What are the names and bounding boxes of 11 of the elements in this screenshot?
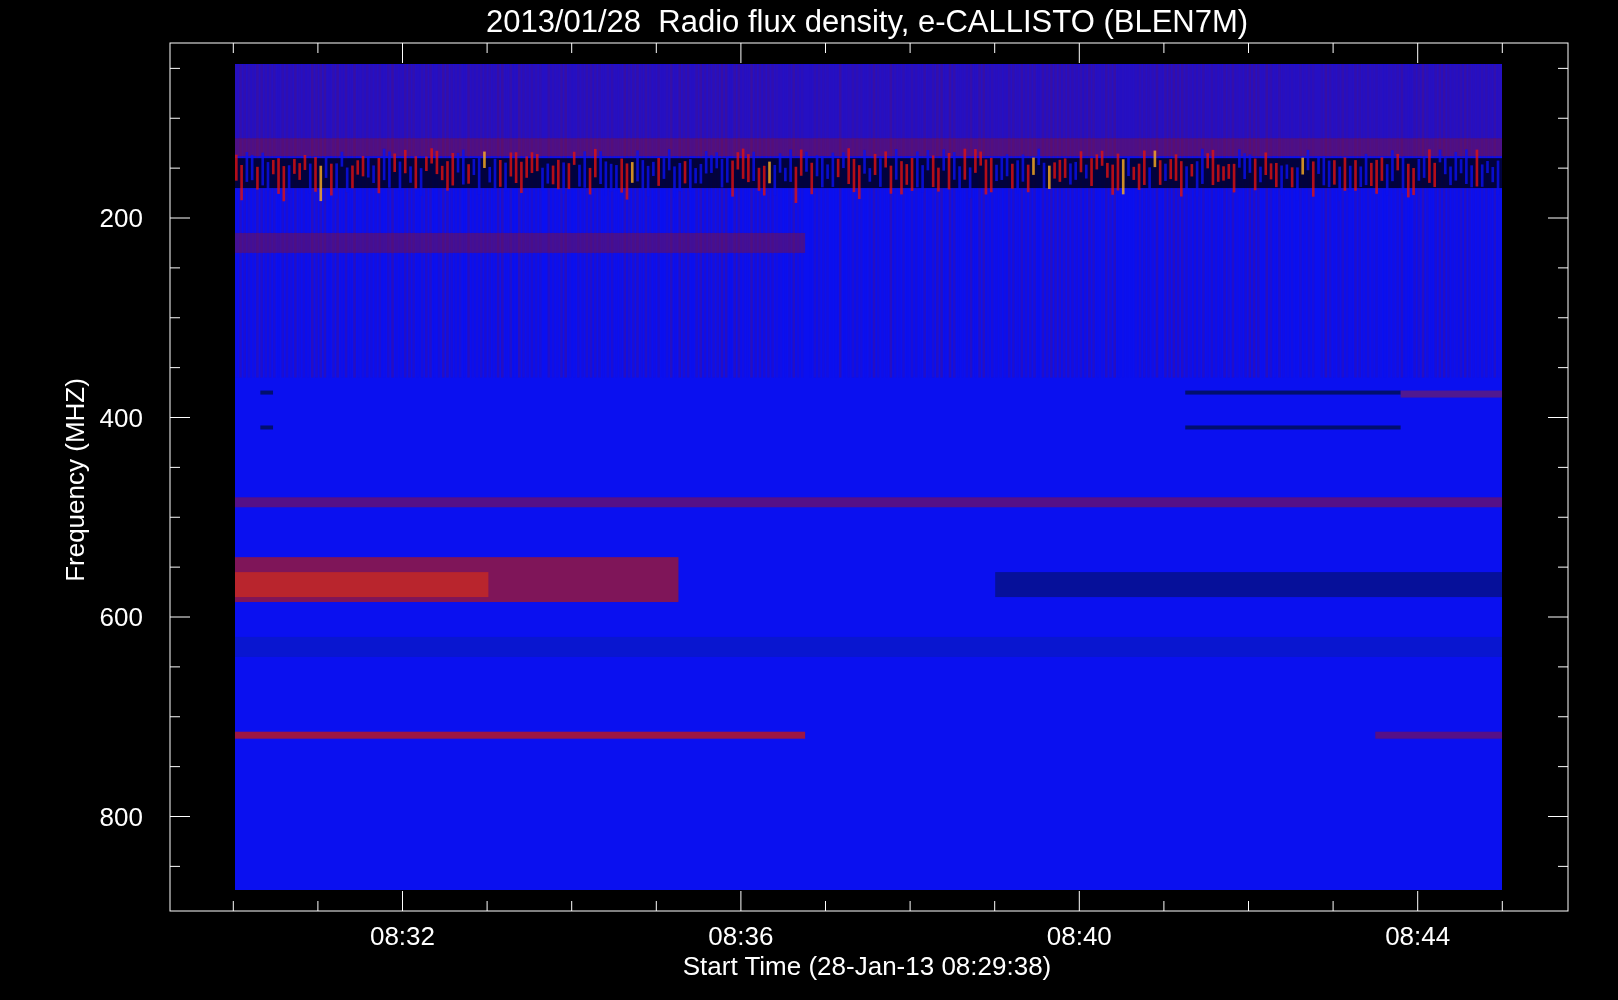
tick-label: 08:40 <box>1046 921 1112 951</box>
chart-title: 2013/01/28 Radio flux density, e-CALLISTO (BLEN7M) <box>485 4 1249 39</box>
tick-label: 08:32 <box>369 921 436 951</box>
tick-label: 08:36 <box>708 921 774 951</box>
tick-label: 200 <box>99 203 143 233</box>
axis-label: Start Time (28-Jan-13 08:29:38) <box>682 951 1052 981</box>
tick-label: 08:44 <box>1385 921 1451 951</box>
tick-label: 600 <box>99 602 143 632</box>
tick-label: 800 <box>99 801 143 832</box>
axis-label: Frequency (MHZ) <box>60 378 90 582</box>
tick-label: 400 <box>99 402 143 433</box>
